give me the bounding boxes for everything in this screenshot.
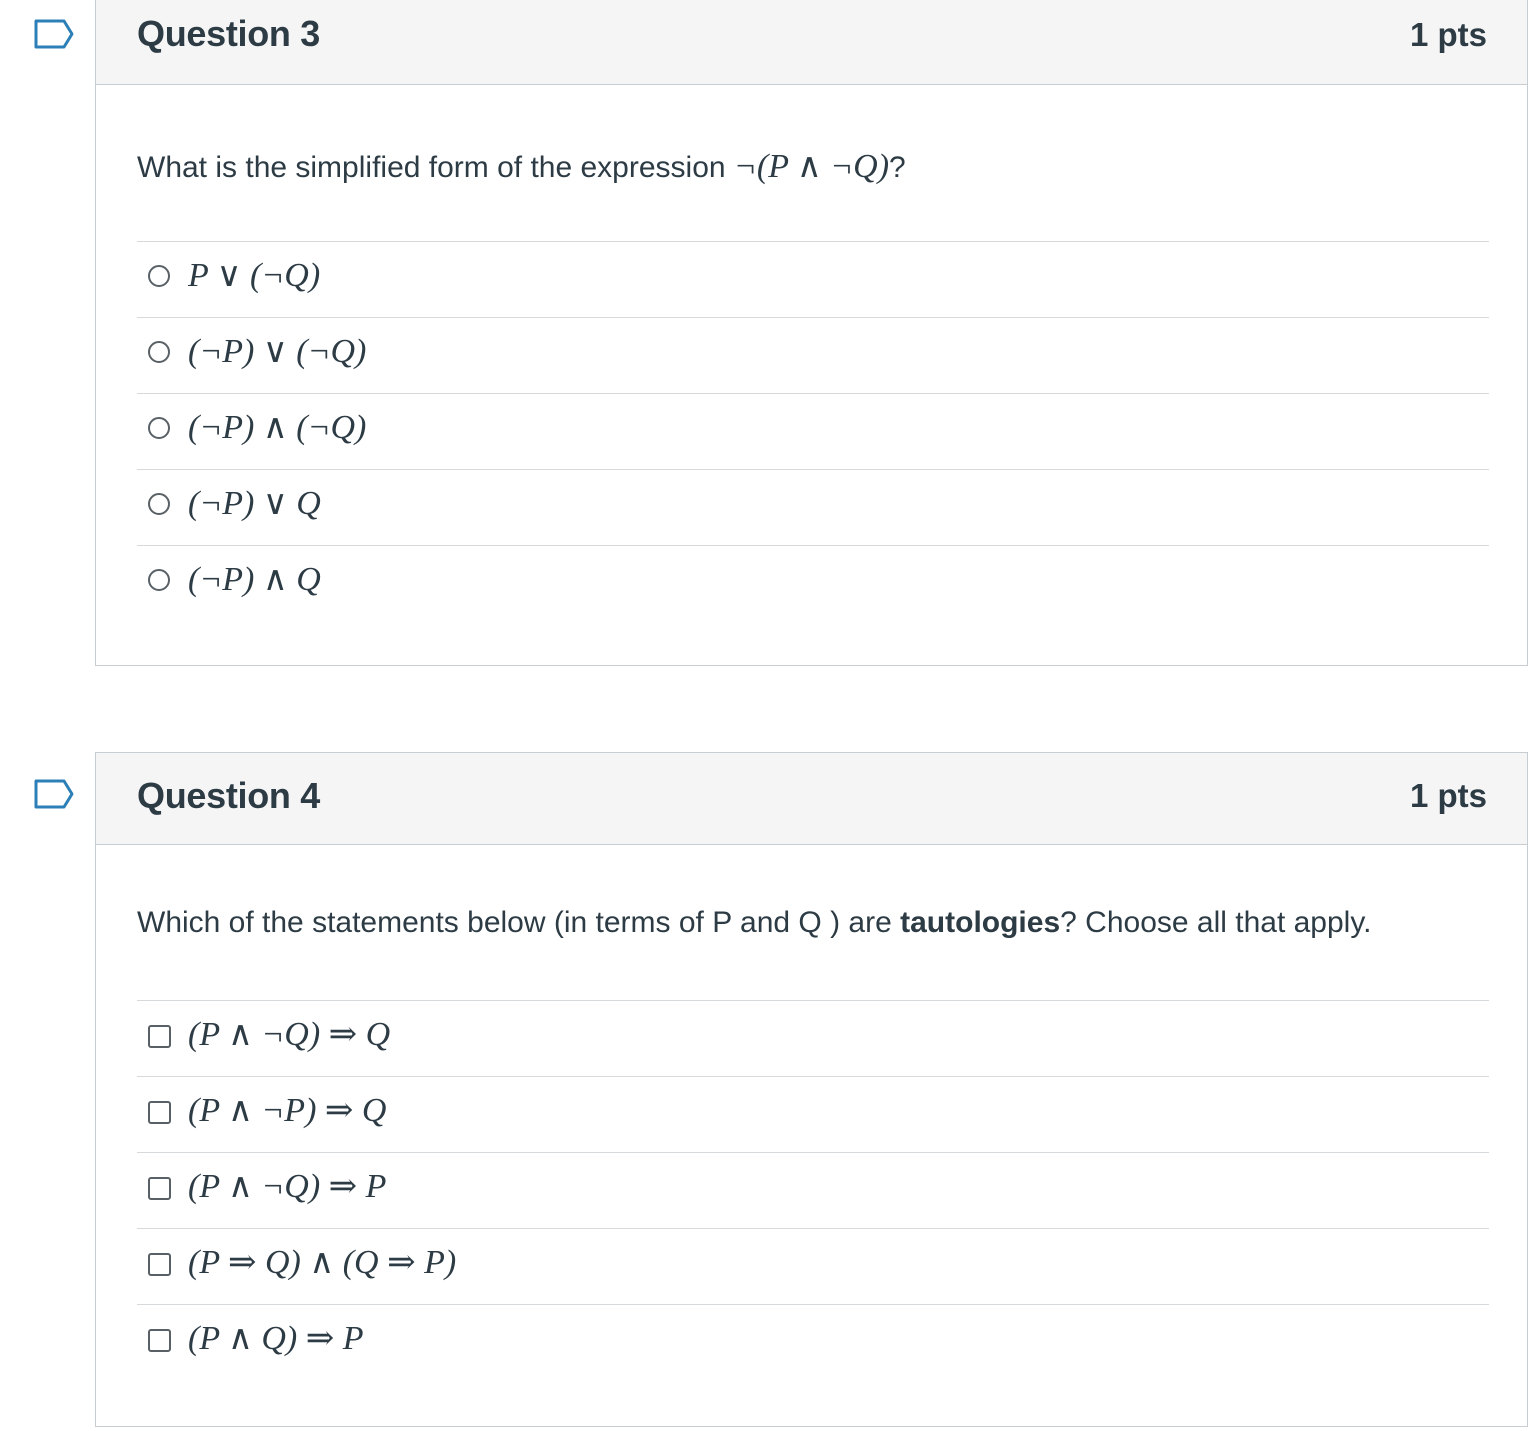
answer-label[interactable]: (¬P) ∧ (¬Q): [188, 407, 366, 447]
answer-option[interactable]: (¬P) ∨ Q: [137, 469, 1489, 545]
question-prompt: Which of the statements below (in terms …: [137, 906, 1371, 940]
radio-button[interactable]: [148, 569, 170, 591]
answer-label[interactable]: (P ⇒ Q) ∧ (Q ⇒ P): [188, 1242, 456, 1282]
answer-label[interactable]: P ∨ (¬Q): [188, 255, 320, 295]
flag-question-icon[interactable]: [34, 779, 74, 809]
prompt-math: ¬(P ∧ ¬Q): [733, 148, 890, 185]
answer-label[interactable]: (¬P) ∨ Q: [188, 483, 321, 523]
prompt-text: What is the simplified form of the expre…: [137, 151, 734, 184]
answer-option[interactable]: (P ∧ ¬Q) ⇒ Q: [137, 1000, 1489, 1076]
answer-option[interactable]: P ∨ (¬Q): [137, 241, 1489, 317]
answer-option[interactable]: (P ∧ Q) ⇒ P: [137, 1304, 1489, 1380]
checkbox[interactable]: [148, 1101, 171, 1124]
checkbox[interactable]: [148, 1253, 171, 1276]
answer-label[interactable]: (P ∧ ¬P) ⇒ Q: [188, 1090, 386, 1130]
question-points: 1 pts: [1409, 16, 1487, 53]
answer-label[interactable]: (P ∧ ¬Q) ⇒ Q: [188, 1014, 390, 1054]
prompt-text: Which of the statements below (in terms …: [137, 906, 901, 939]
answer-option[interactable]: (P ⇒ Q) ∧ (Q ⇒ P): [137, 1228, 1489, 1304]
answer-option[interactable]: (¬P) ∨ (¬Q): [137, 317, 1489, 393]
answer-list: P ∨ (¬Q) (¬P) ∨ (¬Q) (¬P) ∧ (¬Q) (¬P) ∨ …: [137, 241, 1489, 621]
question-header: Question 3 1 pts: [96, 0, 1527, 85]
question-title: Question 3: [137, 13, 321, 54]
question-points: 1 pts: [1409, 777, 1487, 814]
question-4: Question 4 1 pts Which of the statements…: [34, 752, 1528, 1427]
answer-option[interactable]: (¬P) ∧ (¬Q): [137, 393, 1489, 469]
answer-label[interactable]: (P ∧ ¬Q) ⇒ P: [188, 1166, 386, 1206]
quiz-page: Question 3 1 pts What is the simplified …: [0, 0, 1540, 1431]
checkbox[interactable]: [148, 1329, 171, 1352]
prompt-text-end: ? Choose all that apply.: [1060, 906, 1372, 939]
radio-button[interactable]: [148, 265, 170, 287]
flag-question-icon[interactable]: [34, 19, 74, 49]
answer-label[interactable]: (P ∧ Q) ⇒ P: [188, 1318, 364, 1358]
radio-button[interactable]: [148, 493, 170, 515]
question-3: Question 3 1 pts What is the simplified …: [34, 0, 1528, 666]
question-title: Question 4: [137, 775, 321, 816]
answer-list: (P ∧ ¬Q) ⇒ Q (P ∧ ¬P) ⇒ Q (P ∧ ¬Q) ⇒ P (…: [137, 1000, 1489, 1380]
checkbox[interactable]: [148, 1177, 171, 1200]
question-header: Question 4 1 pts: [96, 753, 1527, 845]
answer-option[interactable]: (P ∧ ¬Q) ⇒ P: [137, 1152, 1489, 1228]
answer-option[interactable]: (¬P) ∧ Q: [137, 545, 1489, 621]
prompt-text-end: ?: [889, 151, 906, 184]
answer-label[interactable]: (¬P) ∧ Q: [188, 559, 321, 599]
answer-label[interactable]: (¬P) ∨ (¬Q): [188, 331, 366, 371]
answer-option[interactable]: (P ∧ ¬P) ⇒ Q: [137, 1076, 1489, 1152]
checkbox[interactable]: [148, 1025, 171, 1048]
radio-button[interactable]: [148, 417, 170, 439]
question-prompt: What is the simplified form of the expre…: [137, 146, 906, 186]
radio-button[interactable]: [148, 341, 170, 363]
prompt-bold: tautologies: [900, 906, 1061, 939]
